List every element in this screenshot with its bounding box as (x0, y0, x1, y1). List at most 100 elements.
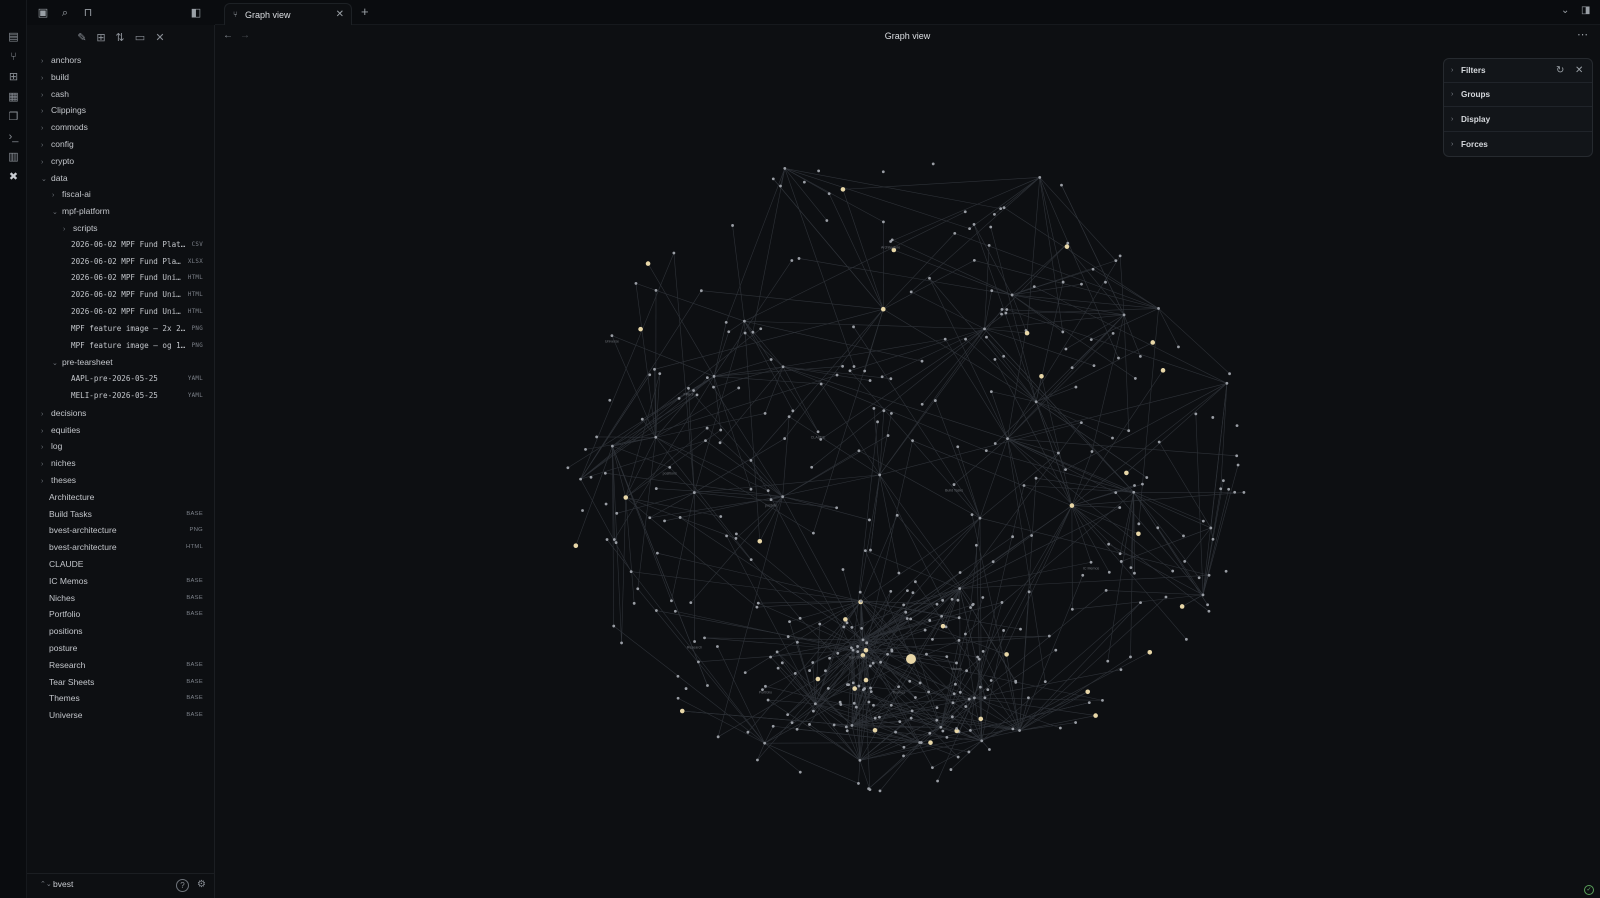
filters-section[interactable]: › Filters ↻ ✕ (1444, 59, 1592, 83)
file-item[interactable]: bvest-architecture PNG (41, 522, 203, 538)
tools-icon[interactable]: ✖ (7, 171, 20, 184)
file-item[interactable]: 2026-06-02 MPF Fund Pla… XLSX (63, 254, 203, 270)
graph-node (952, 692, 956, 696)
new-folder-icon[interactable]: ⊞ (94, 31, 108, 45)
folder-item[interactable]: › Clippings (41, 102, 203, 118)
graph-node (756, 758, 759, 762)
graph-node (913, 580, 917, 584)
tab-graph-view[interactable]: ⑂ Graph view ✕ (224, 3, 352, 25)
graph-edge (688, 388, 695, 493)
vault-name[interactable]: bvest (53, 879, 73, 889)
file-item[interactable]: Research BASE (41, 657, 203, 673)
graph-node (1093, 713, 1098, 718)
graph-node (958, 587, 962, 590)
file-item[interactable]: posture (41, 640, 203, 656)
search-icon[interactable]: ⌕ (58, 6, 72, 20)
file-item[interactable]: 2026-06-02 MPF Fund Plat… CSV (63, 237, 203, 253)
folder-icon[interactable]: ▣ (36, 6, 50, 20)
graph-node (956, 445, 960, 449)
file-item[interactable]: 2026-06-02 MPF Fund Uni… HTML (63, 304, 203, 320)
folder-item[interactable]: › decisions (41, 405, 203, 421)
new-tab-button[interactable]: + (361, 4, 369, 19)
graph-node (1106, 659, 1110, 663)
graph-node (841, 364, 844, 368)
folder-item[interactable]: › fiscal-ai (52, 186, 203, 202)
graph-node (880, 306, 886, 312)
folder-item[interactable]: › log (41, 438, 203, 454)
blocks-icon[interactable]: ▥ (7, 151, 20, 164)
folder-item[interactable]: › anchors (41, 52, 203, 68)
file-item[interactable]: AAPL-pre-2026-05-25 YAML (63, 371, 203, 387)
display-section[interactable]: › Display (1444, 108, 1592, 132)
groups-section[interactable]: › Groups (1444, 83, 1592, 107)
graph-edge (1039, 177, 1117, 261)
folder-item[interactable]: › cash (41, 86, 203, 102)
chevron-right-icon: › (41, 58, 44, 65)
graph-svg[interactable]: IC Memos Build Tasks Architecture Niches Por… (215, 49, 1600, 898)
graph-node (608, 398, 612, 402)
settings-icon[interactable]: ⚙ (195, 879, 208, 892)
folder-item[interactable]: ⌄ pre-tearsheet (52, 354, 203, 370)
folder-item[interactable]: ⌄ data (41, 170, 203, 186)
bookmark-icon[interactable]: ⊓ (81, 6, 95, 20)
file-item[interactable]: Niches BASE (41, 590, 203, 606)
tree-item-label: build (51, 71, 69, 82)
file-item[interactable]: Tear Sheets BASE (41, 674, 203, 690)
graph-node (967, 697, 971, 701)
file-item[interactable]: CLAUDE (41, 556, 203, 572)
file-item[interactable]: IC Memos BASE (41, 573, 203, 589)
close-icon[interactable]: ✕ (153, 31, 167, 45)
restore-defaults-icon[interactable]: ↻ (1556, 59, 1564, 83)
graph-node (1137, 522, 1141, 526)
folder-item[interactable]: › theses (41, 472, 203, 488)
file-item[interactable]: Themes BASE (41, 690, 203, 706)
file-item[interactable]: 2026-06-02 MPF Fund Uni… HTML (63, 270, 203, 286)
terminal-icon[interactable]: ›_ (7, 131, 20, 144)
file-item[interactable]: Build Tasks BASE (41, 506, 203, 522)
copy-icon[interactable]: ❐ (7, 111, 20, 124)
vault-switcher-icon[interactable]: ⌃⌄ (40, 880, 52, 888)
graph-icon[interactable]: ⑂ (7, 51, 20, 64)
more-options-icon[interactable]: ⋯ (1577, 28, 1588, 41)
file-item[interactable]: MPF feature image – og 1… PNG (63, 338, 203, 354)
graph-node (989, 225, 993, 229)
graph-edge (870, 474, 880, 551)
file-icon[interactable]: ▤ (7, 31, 20, 44)
close-panel-icon[interactable]: ✕ (1575, 59, 1583, 83)
new-note-icon[interactable]: ✎ (75, 31, 89, 45)
file-item[interactable]: MPF feature image – 2x 2… PNG (63, 321, 203, 337)
folder-item[interactable]: › crypto (41, 153, 203, 169)
folder-item[interactable]: ⌄ mpf-platform (52, 203, 203, 219)
graph-canvas[interactable]: IC Memos Build Tasks Architecture Niches Por… (215, 49, 1600, 898)
forces-label: Forces (1461, 140, 1488, 149)
folder-item[interactable]: › equities (41, 422, 203, 438)
graph-node (894, 730, 897, 734)
file-item[interactable]: Architecture (41, 489, 203, 505)
grid-icon[interactable]: ⊞ (7, 71, 20, 84)
file-item[interactable]: Portfolio BASE (41, 606, 203, 622)
sidebar-toggle-icon[interactable]: ◧ (189, 6, 203, 20)
folder-item[interactable]: › scripts (63, 220, 203, 236)
folder-item[interactable]: › build (41, 69, 203, 85)
file-item[interactable]: 2026-06-02 MPF Fund Uni… HTML (63, 287, 203, 303)
chevron-down-icon[interactable]: ⌄ (1561, 5, 1569, 16)
sync-status-icon[interactable]: ✓ (1584, 885, 1594, 895)
sort-icon[interactable]: ⇅ (113, 31, 127, 45)
graph-node (769, 358, 773, 361)
folder-item[interactable]: › niches (41, 455, 203, 471)
forces-section[interactable]: › Forces (1444, 133, 1592, 157)
file-item[interactable]: positions (41, 623, 203, 639)
layout-icon[interactable]: ◨ (1581, 5, 1590, 16)
file-item[interactable]: MELI-pre-2026-05-25 YAML (63, 388, 203, 404)
help-icon[interactable]: ? (176, 879, 189, 892)
graph-node (764, 684, 767, 688)
calendar-icon[interactable]: ▦ (7, 91, 20, 104)
graph-edge (974, 669, 1121, 699)
tab-close-icon[interactable]: ✕ (336, 4, 344, 26)
file-item[interactable]: Universe BASE (41, 707, 203, 723)
folder-item[interactable]: › config (41, 136, 203, 152)
collapse-icon[interactable]: ▭ (133, 31, 147, 45)
file-item[interactable]: bvest-architecture HTML (41, 539, 203, 555)
graph-node (1107, 570, 1111, 574)
folder-item[interactable]: › commods (41, 119, 203, 135)
